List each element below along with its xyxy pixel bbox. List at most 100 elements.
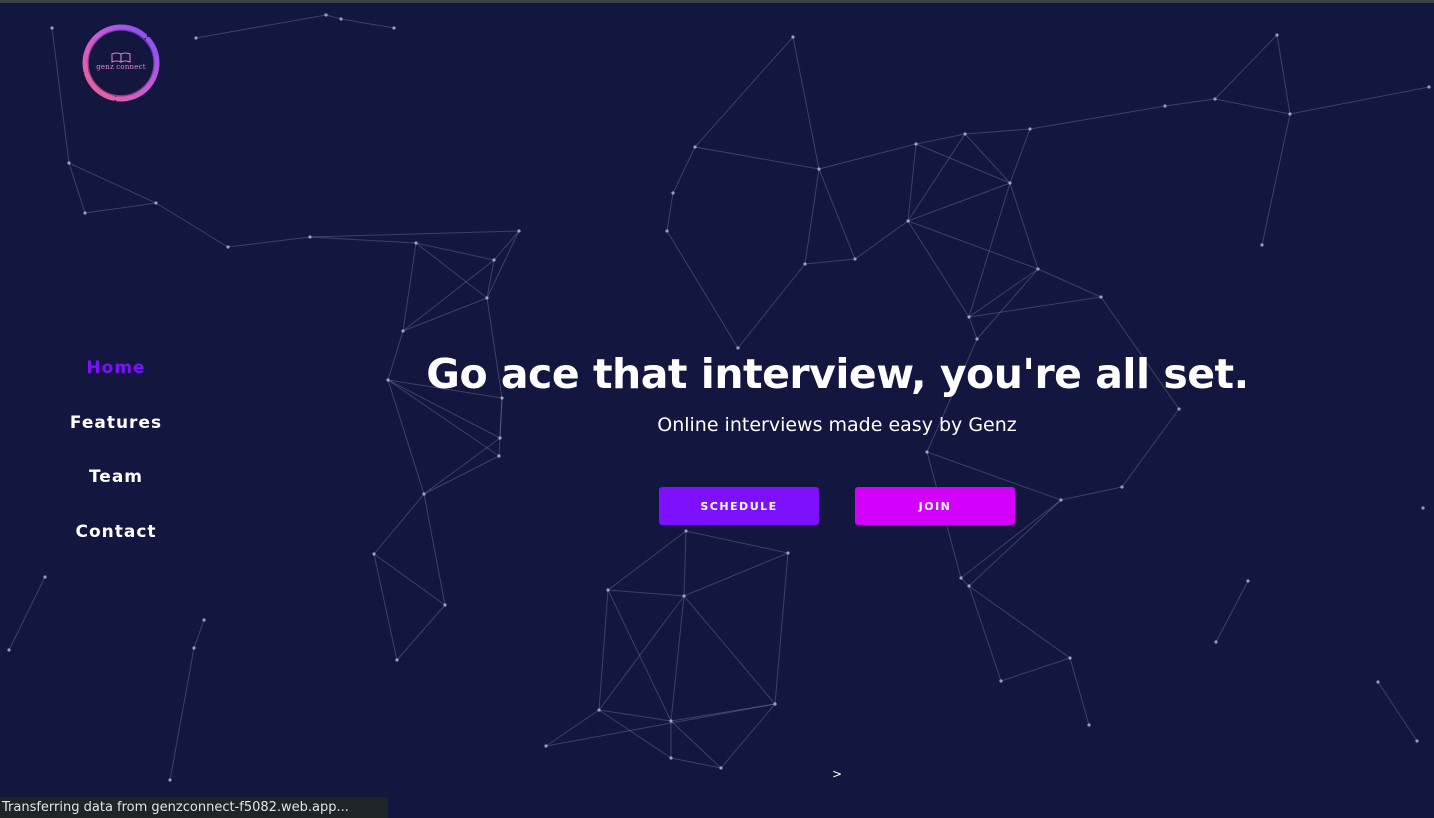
network-line [854, 220, 909, 260]
network-node [967, 584, 971, 588]
network-line [666, 192, 674, 232]
network-node [719, 766, 723, 770]
network-node [67, 161, 71, 165]
network-line [1289, 86, 1430, 115]
network-line [968, 585, 1071, 659]
network-node [1036, 267, 1040, 271]
network-node [324, 13, 328, 17]
network-line [670, 720, 722, 769]
network-node [308, 235, 312, 239]
network-node [1214, 640, 1218, 644]
network-node [544, 744, 548, 748]
nav-item-contact[interactable]: Contact [56, 516, 176, 571]
network-node [906, 219, 910, 223]
network-line [68, 162, 157, 204]
network-line [1000, 657, 1071, 682]
network-node [226, 245, 230, 249]
network-node [665, 229, 669, 233]
network-node [497, 454, 501, 458]
genz-connect-logo[interactable]: genz connect [78, 20, 164, 108]
nav-item-features[interactable]: Features [56, 407, 176, 462]
network-line [915, 133, 966, 145]
network-node [192, 646, 196, 650]
network-line [804, 168, 820, 265]
network-line [402, 242, 417, 332]
network-line [486, 259, 495, 299]
network-node [1421, 506, 1425, 510]
network-node [606, 588, 610, 592]
schedule-button[interactable]: SCHEDULE [659, 487, 819, 525]
network-line [396, 604, 446, 661]
network-node [339, 17, 343, 21]
network-node [1427, 85, 1431, 89]
network-node [1246, 579, 1250, 583]
network-node [194, 36, 198, 40]
network-node [498, 436, 502, 440]
open-book-icon [111, 52, 131, 63]
network-line [373, 493, 425, 555]
network-line [607, 589, 672, 722]
network-line [1214, 98, 1291, 115]
network-node [959, 576, 963, 580]
network-line [607, 530, 687, 591]
network-node [671, 191, 675, 195]
network-node [1099, 295, 1103, 299]
network-line [423, 437, 501, 495]
network-line [694, 146, 820, 170]
network-line [694, 36, 794, 148]
network-line [1164, 98, 1216, 107]
network-node [1068, 656, 1072, 660]
nav-item-team[interactable]: Team [56, 461, 176, 516]
network-node [50, 26, 54, 30]
network-line [545, 709, 600, 747]
network-line [1214, 34, 1278, 100]
join-button[interactable]: JOIN [855, 487, 1015, 525]
network-line [968, 296, 1102, 318]
network-line [818, 168, 856, 260]
network-line [683, 530, 687, 597]
network-node [967, 315, 971, 319]
network-line [325, 14, 342, 20]
network-node [392, 26, 396, 30]
particle-network-background [7, 13, 1431, 782]
network-node [999, 679, 1003, 683]
network-line [8, 576, 46, 651]
network-node [963, 132, 967, 136]
network-node [1163, 104, 1167, 108]
network-line [915, 143, 1011, 184]
network-node [401, 329, 405, 333]
network-line [792, 36, 820, 170]
network-line [68, 162, 86, 214]
network-line [907, 182, 1011, 222]
scroll-down-indicator[interactable]: > [832, 767, 842, 781]
hero-title: Go ace that interview, you're all set. [426, 350, 1249, 398]
network-line [84, 202, 157, 214]
network-node [422, 492, 426, 496]
network-node [1087, 723, 1091, 727]
network-node [803, 262, 807, 266]
hero-subtitle: Online interviews made easy by Genz [657, 414, 1017, 436]
network-node [682, 594, 686, 598]
nav-item-home[interactable]: Home [56, 352, 176, 407]
network-line [1276, 34, 1291, 115]
network-line [155, 202, 229, 248]
network-node [1275, 33, 1279, 37]
network-node [791, 35, 795, 39]
network-node [492, 258, 496, 262]
network-line [720, 703, 776, 769]
network-node [1177, 407, 1181, 411]
network-line [309, 230, 520, 238]
network-line [486, 230, 520, 299]
network-line [666, 230, 739, 349]
network-line [195, 14, 327, 39]
network-node [1260, 243, 1264, 247]
network-line [907, 220, 970, 318]
network-line [1009, 128, 1031, 184]
network-node [773, 702, 777, 706]
network-line [804, 258, 856, 265]
network-node [168, 778, 172, 782]
network-line [907, 143, 917, 222]
network-line [1037, 268, 1102, 298]
network-node [517, 229, 521, 233]
network-node [443, 603, 447, 607]
